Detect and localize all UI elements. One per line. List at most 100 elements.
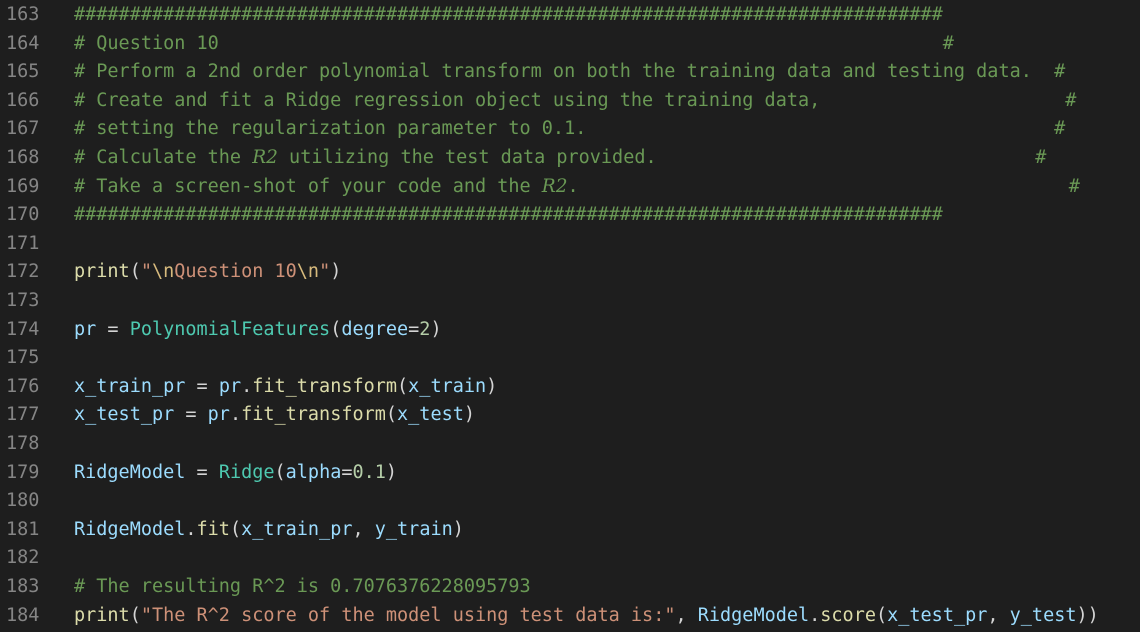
line-number: 177: [6, 404, 40, 426]
line-number: 176: [6, 375, 40, 397]
code-token: =: [185, 461, 219, 483]
code-token: (: [875, 604, 888, 626]
code-token: x_test_pr: [74, 404, 175, 426]
code-token: (: [229, 518, 242, 540]
code-token: .: [241, 375, 253, 397]
code-line[interactable]: 174 pr = PolynomialFeatures(degree=2): [0, 316, 1140, 345]
code-token: 0.1: [352, 461, 386, 483]
code-token: .: [185, 518, 197, 540]
code-token: pr: [74, 318, 97, 340]
code-token: y_test: [1009, 604, 1077, 626]
code-token: (: [129, 604, 141, 626]
code-line[interactable]: 182: [0, 544, 1140, 573]
code-line[interactable]: 175: [0, 344, 1140, 373]
code-token: (: [385, 404, 398, 426]
code-text: # Create and fit a Ridge regression obje…: [74, 87, 1076, 116]
code-text: x_test_pr = pr.fit_transform(x_test): [74, 401, 475, 430]
line-number: 184: [6, 604, 40, 626]
code-token: RidgeModel: [74, 461, 186, 483]
code-token: ): [463, 404, 475, 426]
code-token: (: [129, 261, 141, 283]
code-token: ": [140, 261, 152, 283]
code-line[interactable]: 181 RidgeModel.fit(x_train_pr, y_train): [0, 516, 1140, 545]
code-token: ########################################…: [74, 204, 943, 226]
code-line[interactable]: 165 # Perform a 2nd order polynomial tran…: [0, 58, 1140, 87]
code-line[interactable]: 163 #####################################…: [0, 1, 1140, 30]
line-number: 173: [6, 290, 40, 311]
code-line[interactable]: 177 x_test_pr = pr.fit_transform(x_test): [0, 401, 1140, 430]
code-line[interactable]: 176 x_train_pr = pr.fit_transform(x_train…: [0, 373, 1140, 402]
code-token: PolynomialFeatures: [129, 318, 331, 340]
code-token: =: [96, 318, 130, 340]
code-line[interactable]: 164 # Question 10 #: [0, 30, 1140, 59]
line-number: 180: [6, 490, 40, 512]
code-token: ,: [987, 604, 1010, 626]
line-number: 175: [6, 347, 40, 369]
code-token: print: [74, 604, 130, 626]
code-text: # setting the regularization parameter t…: [74, 115, 1065, 144]
line-number: 170: [6, 204, 40, 226]
code-token: \n: [151, 261, 175, 283]
code-line[interactable]: 184 print("The R^2 score of the model usi…: [0, 602, 1140, 631]
line-number: 167: [6, 118, 40, 140]
code-text: RidgeModel.fit(x_train_pr, y_train): [74, 516, 464, 545]
code-token: ): [385, 461, 398, 483]
code-token: x_test: [397, 404, 464, 426]
code-token: RidgeModel: [697, 604, 810, 626]
code-line[interactable]: 178: [0, 430, 1140, 459]
code-token: # Question 10 #: [74, 32, 954, 54]
code-line[interactable]: 168 # Calculate the R2 utilizing the test…: [0, 144, 1140, 173]
code-token: =: [174, 404, 208, 426]
code-token: =: [408, 318, 420, 340]
code-token: fit: [196, 518, 230, 540]
code-token: Ridge: [218, 461, 275, 483]
code-token: x_train_pr: [241, 518, 353, 540]
code-token: # setting the regularization parameter t…: [74, 118, 1066, 140]
code-token: 2: [419, 318, 431, 340]
code-editor[interactable]: 163 #####################################…: [0, 0, 1140, 632]
code-token: x_test_pr: [887, 604, 988, 626]
code-line[interactable]: 169 # Take a screen-shot of your code and…: [0, 173, 1140, 202]
code-token: )): [1076, 604, 1099, 626]
code-token: # Perform a 2nd order polynomial transfo…: [74, 61, 1066, 83]
line-number: 183: [6, 576, 40, 597]
code-token: Question 10: [174, 261, 297, 283]
line-number: 174: [6, 318, 40, 340]
code-token: .: [809, 604, 821, 626]
code-text: pr = PolynomialFeatures(degree=2): [74, 316, 442, 345]
code-token: x_train_pr: [74, 375, 186, 397]
line-number: 165: [6, 61, 40, 83]
code-line[interactable]: 179 RidgeModel = Ridge(alpha=0.1): [0, 459, 1140, 488]
code-token: ########################################…: [74, 4, 943, 25]
code-line[interactable]: 170 #####################################…: [0, 201, 1140, 230]
code-text: # Question 10 #: [74, 30, 954, 59]
code-line[interactable]: 166 # Create and fit a Ridge regression o…: [0, 87, 1140, 116]
code-token: ,: [352, 518, 375, 540]
code-text: # The resulting R^2 is 0.707637622809579…: [74, 573, 531, 602]
code-token: (: [397, 375, 409, 397]
code-token: score: [820, 604, 876, 626]
code-text: print("\nQuestion 10\n"): [74, 258, 341, 287]
code-token: degree: [341, 318, 409, 340]
code-line[interactable]: 167 # setting the regularization paramete…: [0, 115, 1140, 144]
code-line[interactable]: 180: [0, 487, 1140, 516]
code-token: utilizing the test data provided. #: [277, 147, 1047, 168]
code-text: print("The R^2 score of the model using …: [74, 602, 1099, 631]
code-line[interactable]: 173: [0, 287, 1140, 316]
code-token: . #: [567, 175, 1080, 197]
code-token: ): [330, 261, 342, 283]
code-token: R2: [541, 175, 568, 197]
line-number: 181: [6, 518, 40, 540]
code-line[interactable]: 183 # The resulting R^2 is 0.707637622809…: [0, 573, 1140, 602]
code-line[interactable]: 171: [0, 230, 1140, 259]
code-token: (: [274, 461, 286, 483]
code-token: .: [229, 404, 242, 426]
code-line[interactable]: 172 print("\nQuestion 10\n"): [0, 258, 1140, 287]
line-number: 164: [6, 32, 40, 54]
code-token: \n: [296, 261, 320, 283]
line-number: 178: [6, 433, 40, 454]
code-token: # Calculate the: [74, 147, 253, 168]
code-text: x_train_pr = pr.fit_transform(x_train): [74, 373, 497, 402]
code-token: # The resulting R^2 is 0.707637622809579…: [74, 576, 531, 597]
code-token: ,: [675, 604, 698, 626]
